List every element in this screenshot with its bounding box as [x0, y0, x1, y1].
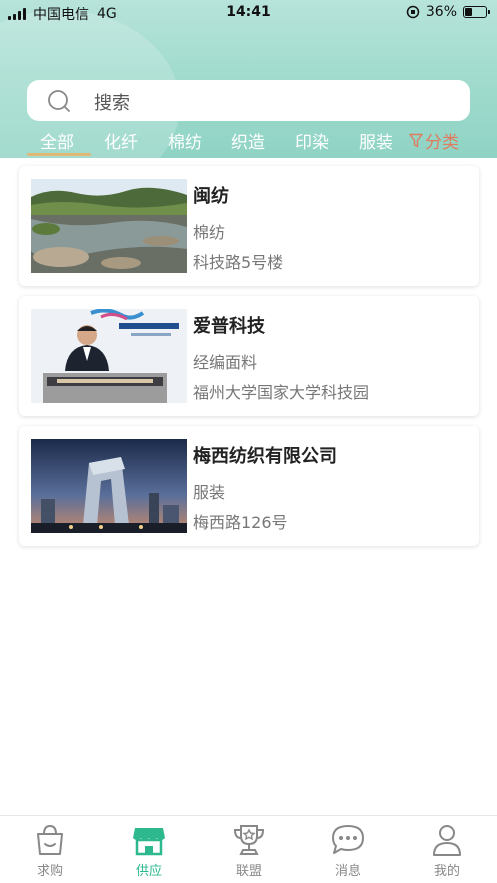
tabbar-item-profile[interactable]: 我的: [407, 822, 487, 879]
tab-dyeing[interactable]: 印染: [295, 128, 329, 153]
chat-icon: [332, 825, 364, 854]
active-tab-indicator: [27, 153, 91, 156]
battery-icon: [463, 6, 490, 18]
status-bar: 中国电信 4G 14:41 36%: [0, 0, 497, 26]
search-input[interactable]: 搜索: [27, 80, 470, 121]
company-category: 棉纺: [193, 223, 226, 242]
tabbar-label: 联盟: [235, 864, 262, 879]
user-icon: [433, 825, 461, 856]
company-address: 科技路5号楼: [193, 253, 284, 272]
list-item[interactable]: 梅西纺织有限公司 服装 梅西路126号: [19, 426, 479, 546]
tabbar-item-alliance[interactable]: 联盟: [209, 822, 289, 879]
status-right: 36%: [406, 4, 490, 20]
list-item[interactable]: 闽纺 棉纺 科技路5号楼: [19, 166, 479, 286]
company-name: 闽纺: [193, 186, 229, 207]
search-icon: [48, 90, 70, 112]
filter-icon: [409, 133, 423, 148]
tab-chemical-fiber[interactable]: 化纤: [104, 128, 138, 153]
category-button[interactable]: 分类: [409, 128, 459, 153]
company-name: 爱普科技: [193, 316, 265, 337]
tab-weaving[interactable]: 织造: [231, 128, 265, 153]
tab-all[interactable]: 全部: [40, 128, 74, 153]
tabbar-label: 我的: [433, 864, 460, 879]
tabbar-item-purchase[interactable]: 求购: [10, 822, 90, 879]
orientation-lock-icon: [406, 5, 420, 19]
company-address: 梅西路126号: [193, 513, 288, 532]
company-category: 经编面料: [193, 353, 258, 372]
company-address: 福州大学国家大学科技园: [193, 383, 370, 402]
river-landscape-photo: [31, 179, 187, 273]
tab-cotton[interactable]: 棉纺: [168, 128, 202, 153]
shopping-bag-icon: [37, 824, 63, 855]
tab-apparel[interactable]: 服装: [359, 128, 393, 153]
tabbar-item-supply[interactable]: 供应: [109, 822, 189, 879]
category-label: 分类: [425, 133, 459, 153]
company-category: 服装: [193, 483, 226, 502]
tabbar-label: 供应: [135, 864, 162, 879]
company-name: 梅西纺织有限公司: [193, 446, 337, 467]
trophy-icon: [233, 825, 265, 855]
store-icon: [133, 828, 165, 856]
tabbar-label: 求购: [36, 864, 63, 879]
tabbar-label: 消息: [334, 864, 361, 879]
list-item[interactable]: 爱普科技 经编面料 福州大学国家大学科技园: [19, 296, 479, 416]
search-placeholder: 搜索: [94, 93, 130, 114]
bottom-tab-bar: 求购 供应 联盟 消息 我的: [0, 815, 497, 883]
skyscraper-photo: [31, 439, 187, 533]
battery-percent: 36%: [425, 4, 457, 20]
summit-speaker-photo: [31, 309, 187, 403]
tabbar-item-messages[interactable]: 消息: [308, 822, 388, 879]
